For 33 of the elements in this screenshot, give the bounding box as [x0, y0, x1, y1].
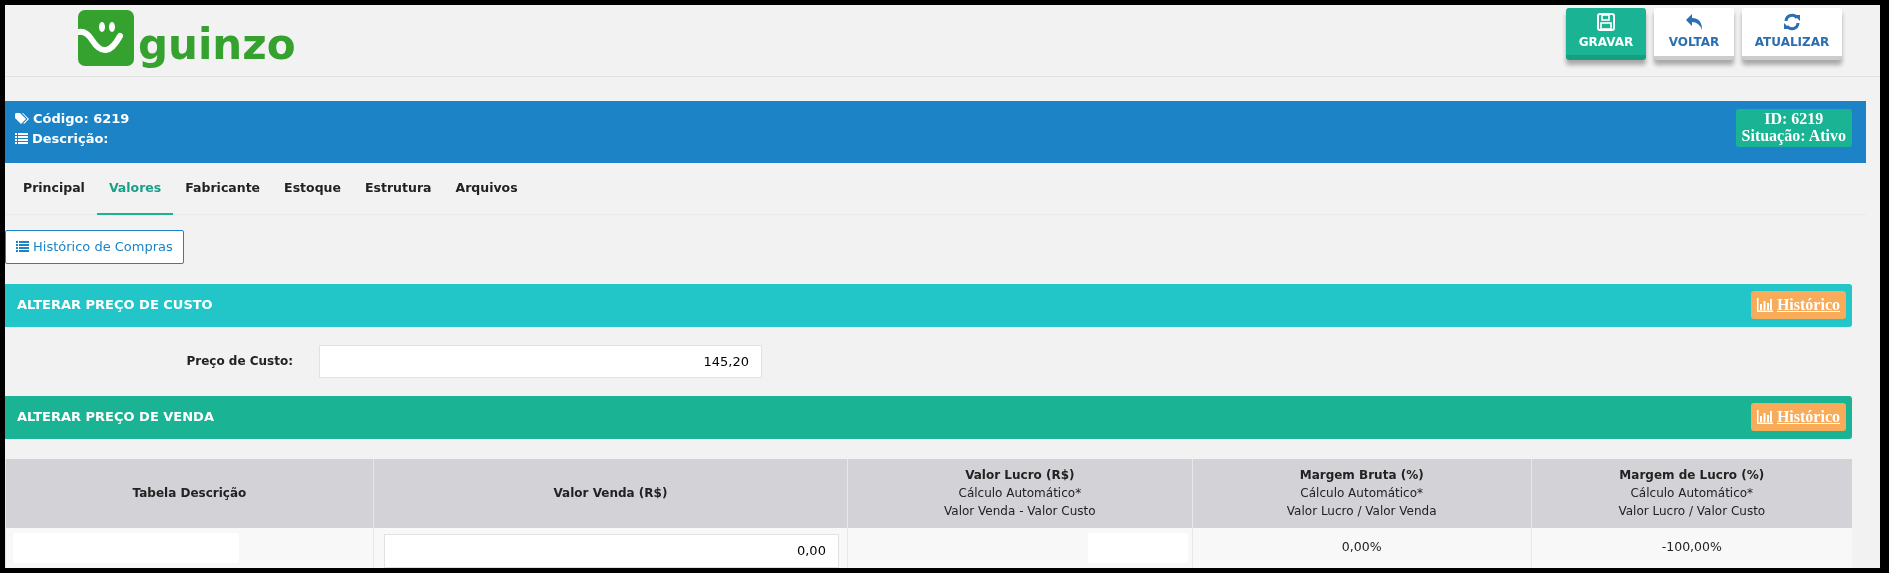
product-code: Código: 6219 — [33, 110, 130, 128]
cost-field[interactable]: 145,20 — [319, 344, 762, 378]
logo-text: guinzo — [138, 24, 296, 66]
list-icon — [16, 241, 29, 253]
column-header: Tabela Descrição — [5, 458, 374, 528]
table-cell: 0,00% — [1192, 527, 1532, 568]
column-header: Margem de Lucro (%) Cálculo Automático* Valor Lucro / Valor Custo — [1531, 458, 1852, 528]
sale-value-field[interactable]: 0,00 — [383, 533, 839, 568]
product-description: Descrição: — [32, 129, 109, 148]
tab[interactable]: Arquivos — [443, 163, 530, 215]
refresh-icon — [1783, 13, 1801, 31]
cost-label: Preço de Custo: — [185, 353, 294, 370]
tab[interactable]: Estoque — [272, 163, 353, 215]
reply-arrow-icon — [1685, 13, 1703, 31]
bar-chart-icon — [1756, 298, 1773, 312]
column-header: Valor Lucro (R$) Cálculo Automático* Valor Venda - Valor Custo — [847, 458, 1193, 528]
save-icon — [1597, 12, 1615, 31]
table-cell: -100,00% — [1531, 527, 1852, 568]
tab[interactable]: Fabricante — [173, 163, 273, 215]
tag-icon — [15, 112, 29, 125]
status-badge: ID: 6219 Situação: Ativo — [1735, 109, 1852, 147]
list-icon — [15, 132, 28, 144]
column-header: Margem Bruta (%) Cálculo Automático* Valor Lucro / Valor Venda — [1192, 458, 1532, 528]
refresh-button[interactable]: ATUALIZAR — [1742, 8, 1842, 60]
column-header: Valor Venda (R$) — [373, 458, 848, 528]
back-button[interactable]: VOLTAR — [1654, 8, 1734, 60]
section-title: ALTERAR PREÇO DE CUSTO — [17, 296, 213, 315]
tab[interactable]: Estrutura — [353, 163, 444, 215]
tab[interactable]: Principal — [11, 163, 97, 215]
section-title: ALTERAR PREÇO DE VENDA — [17, 408, 214, 427]
bar-chart-icon — [1756, 410, 1773, 424]
logo-icon — [78, 10, 134, 66]
purchase-history-button[interactable]: Histórico de Compras — [5, 230, 184, 264]
